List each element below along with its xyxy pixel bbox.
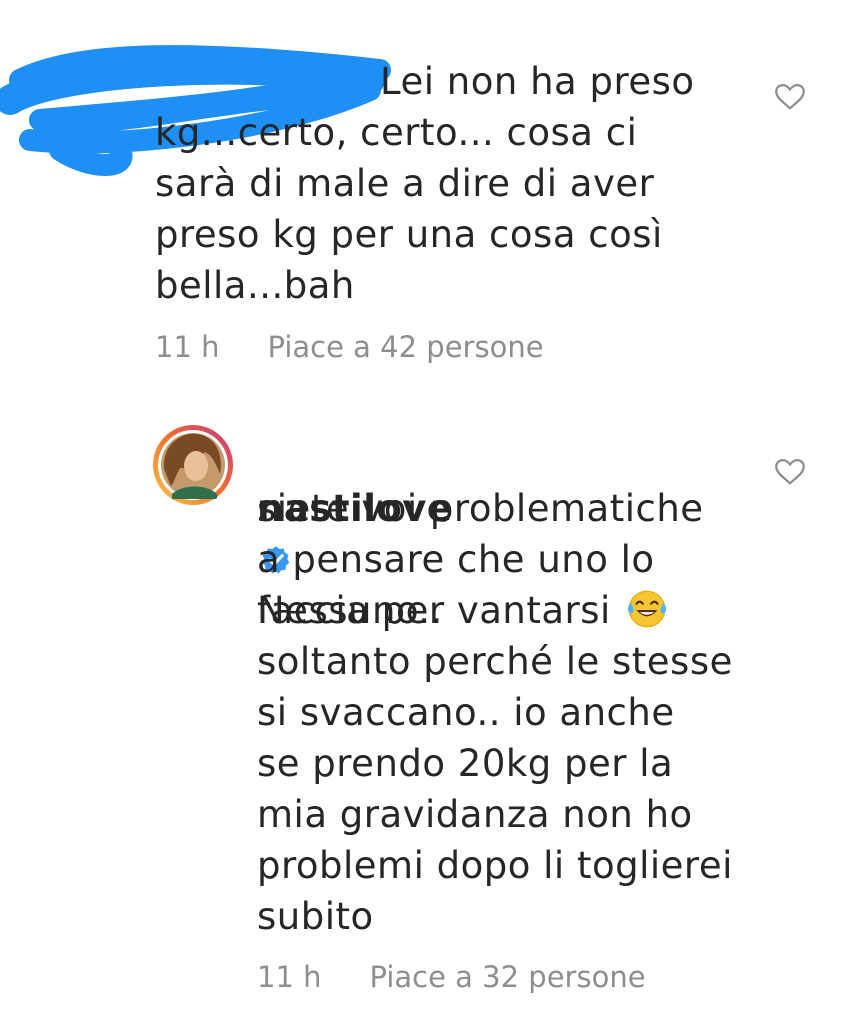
comment-meta: 11 h Piace a 42 persone	[155, 330, 544, 364]
laughing-tears-emoji-icon	[627, 590, 667, 628]
like-heart-icon[interactable]	[775, 458, 805, 486]
comment-time: 11 h	[155, 330, 220, 364]
avatar-image	[153, 425, 233, 505]
reply-text-end: soltanto perché le stesse si svaccano.. …	[257, 640, 733, 938]
like-heart-icon[interactable]	[775, 83, 805, 111]
comment-text-first-line: Lei non ha preso	[380, 60, 695, 103]
avatar[interactable]	[152, 424, 234, 506]
reply-time: 11 h	[257, 960, 322, 994]
likes-count-link[interactable]: Piace a 32 persone	[370, 960, 646, 994]
comment-text: kg...certo, certo... cosa ci sarà di mal…	[155, 111, 663, 307]
likes-count-link[interactable]: Piace a 42 persone	[268, 330, 544, 364]
reply-meta: 11 h Piace a 32 persone	[257, 960, 646, 994]
